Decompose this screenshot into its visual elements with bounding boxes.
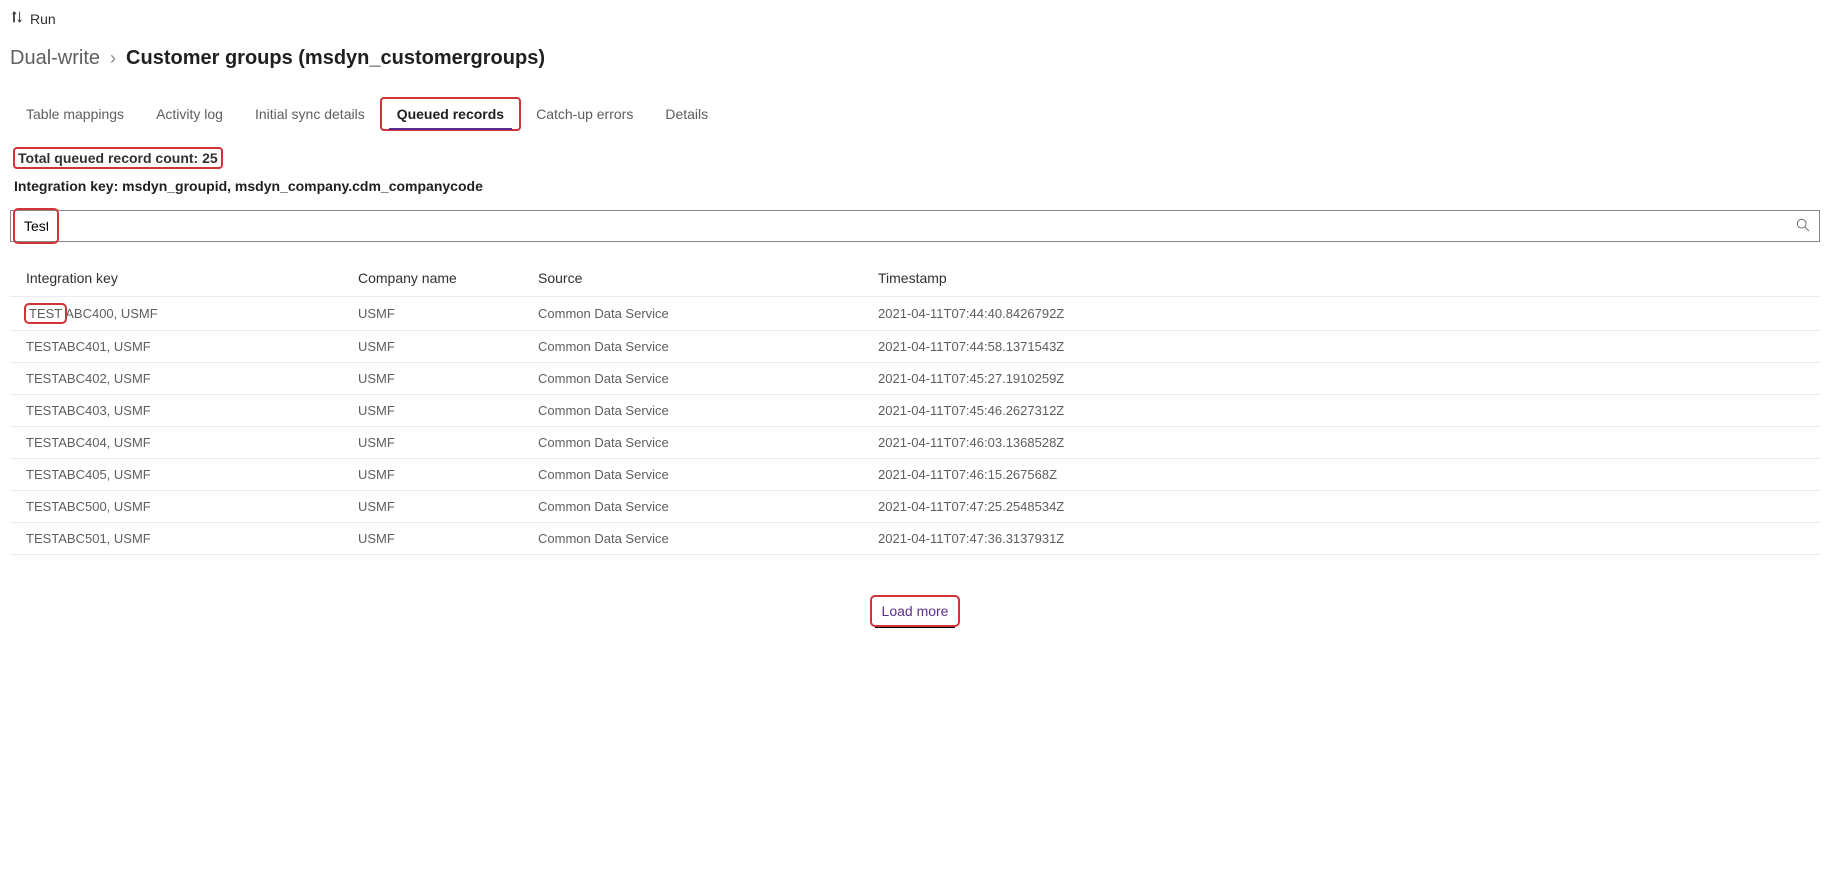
cell-source: Common Data Service <box>530 459 870 491</box>
col-timestamp[interactable]: Timestamp <box>870 260 1820 297</box>
cell-integration-key: TESTABC501, USMF <box>10 523 350 555</box>
cell-source: Common Data Service <box>530 363 870 395</box>
cell-text: ABC400, USMF <box>65 306 157 321</box>
cell-source: Common Data Service <box>530 331 870 363</box>
cell-timestamp: 2021-04-11T07:47:25.2548534Z <box>870 491 1820 523</box>
cell-company-name: USMF <box>350 427 530 459</box>
search-input[interactable] <box>18 212 54 240</box>
cell-company-name: USMF <box>350 459 530 491</box>
cell-timestamp: 2021-04-11T07:45:46.2627312Z <box>870 395 1820 427</box>
table-body: TESTABC400, USMFUSMFCommon Data Service2… <box>10 297 1820 555</box>
load-more-underline <box>875 625 955 628</box>
search-icon[interactable] <box>1787 218 1819 235</box>
highlight-load-more: Load more <box>872 597 959 625</box>
table-row[interactable]: TESTABC404, USMFUSMFCommon Data Service2… <box>10 427 1820 459</box>
cell-timestamp: 2021-04-11T07:44:40.8426792Z <box>870 297 1820 331</box>
table-row[interactable]: TESTABC500, USMFUSMFCommon Data Service2… <box>10 491 1820 523</box>
cell-source: Common Data Service <box>530 297 870 331</box>
cell-timestamp: 2021-04-11T07:45:27.1910259Z <box>870 363 1820 395</box>
cell-company-name: USMF <box>350 395 530 427</box>
cell-timestamp: 2021-04-11T07:46:03.1368528Z <box>870 427 1820 459</box>
table-row[interactable]: TESTABC400, USMFUSMFCommon Data Service2… <box>10 297 1820 331</box>
cell-source: Common Data Service <box>530 427 870 459</box>
cell-integration-key: TESTABC401, USMF <box>10 331 350 363</box>
load-more-wrap: Load more <box>10 597 1820 628</box>
search-bar <box>10 210 1820 242</box>
search-value-highlight <box>15 210 57 242</box>
breadcrumb-current: Customer groups (msdyn_customergroups) <box>126 47 545 70</box>
cell-integration-key: TESTABC405, USMF <box>10 459 350 491</box>
cell-integration-key: TESTABC400, USMF <box>10 297 350 331</box>
toolbar: Run <box>10 8 1820 39</box>
chevron-right-icon: › <box>110 48 116 69</box>
cell-timestamp: 2021-04-11T07:44:58.1371543Z <box>870 331 1820 363</box>
tab-table-mappings[interactable]: Table mappings <box>10 98 140 130</box>
col-company-name[interactable]: Company name <box>350 260 530 297</box>
cell-integration-key: TESTABC500, USMF <box>10 491 350 523</box>
records-table: Integration key Company name Source Time… <box>10 260 1820 555</box>
breadcrumb: Dual-write › Customer groups (msdyn_cust… <box>10 39 1820 98</box>
tab-initial-sync-details[interactable]: Initial sync details <box>239 98 381 130</box>
col-integration-key[interactable]: Integration key <box>10 260 350 297</box>
load-more-button[interactable]: Load more <box>872 597 959 625</box>
table-row[interactable]: TESTABC401, USMFUSMFCommon Data Service2… <box>10 331 1820 363</box>
cell-company-name: USMF <box>350 523 530 555</box>
cell-integration-key: TESTABC402, USMF <box>10 363 350 395</box>
cell-timestamp: 2021-04-11T07:47:36.3137931Z <box>870 523 1820 555</box>
cell-integration-key: TESTABC403, USMF <box>10 395 350 427</box>
tab-details[interactable]: Details <box>649 98 724 130</box>
cell-company-name: USMF <box>350 297 530 331</box>
highlight-queued-records: Queued records <box>381 98 520 130</box>
cell-integration-key: TESTABC404, USMF <box>10 427 350 459</box>
total-queued-count-line: Total queued record count: 25 <box>10 144 1820 174</box>
cell-company-name: USMF <box>350 491 530 523</box>
run-icon <box>10 10 24 27</box>
table-row[interactable]: TESTABC403, USMFUSMFCommon Data Service2… <box>10 395 1820 427</box>
cell-company-name: USMF <box>350 363 530 395</box>
run-button[interactable]: Run <box>30 11 56 27</box>
integration-key-line: Integration key: msdyn_groupid, msdyn_co… <box>10 174 1820 200</box>
table-row[interactable]: TESTABC501, USMFUSMFCommon Data Service2… <box>10 523 1820 555</box>
col-source[interactable]: Source <box>530 260 870 297</box>
cell-timestamp: 2021-04-11T07:46:15.267568Z <box>870 459 1820 491</box>
total-queued-count: Total queued record count: 25 <box>14 148 222 168</box>
highlight-match: TEST <box>26 305 65 322</box>
tab-queued-records[interactable]: Queued records <box>381 98 520 130</box>
tab-catch-up-errors[interactable]: Catch-up errors <box>520 98 649 130</box>
table-header-row: Integration key Company name Source Time… <box>10 260 1820 297</box>
tab-activity-log[interactable]: Activity log <box>140 98 239 130</box>
cell-source: Common Data Service <box>530 523 870 555</box>
cell-company-name: USMF <box>350 331 530 363</box>
cell-source: Common Data Service <box>530 491 870 523</box>
cell-source: Common Data Service <box>530 395 870 427</box>
tablist: Table mappings Activity log Initial sync… <box>10 98 1820 144</box>
table-row[interactable]: TESTABC402, USMFUSMFCommon Data Service2… <box>10 363 1820 395</box>
table-row[interactable]: TESTABC405, USMFUSMFCommon Data Service2… <box>10 459 1820 491</box>
breadcrumb-root[interactable]: Dual-write <box>10 47 100 70</box>
